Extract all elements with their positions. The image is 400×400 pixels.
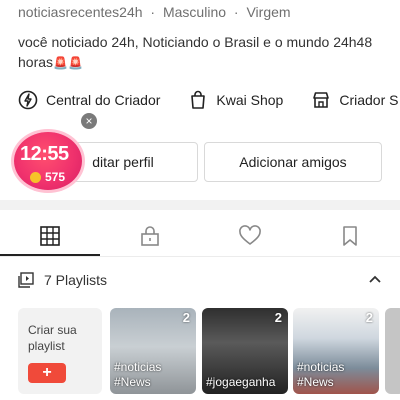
quick-link-label: Criador S <box>339 92 399 108</box>
lock-icon <box>141 226 159 246</box>
quick-link-creator-center[interactable]: Central do Criador <box>18 88 160 112</box>
playlists-title: 7 Playlists <box>44 272 108 288</box>
siren-emoji: 🚨🚨 <box>53 56 83 70</box>
store-icon <box>313 92 330 108</box>
chevron-up-icon[interactable] <box>368 273 382 287</box>
playlist-count: 2 <box>274 310 282 325</box>
playlist-thumbnail[interactable]: 2 #noticias #News <box>293 308 379 394</box>
shopping-bag-icon <box>191 90 206 109</box>
profile-gender: Masculino <box>162 4 227 20</box>
close-icon[interactable]: × <box>81 113 97 129</box>
playlist-count: 2 <box>365 310 373 325</box>
playlists-header[interactable]: 7 Playlists <box>18 272 107 288</box>
quick-links-row: Central do Criador Kwai Shop Criador S <box>18 88 400 112</box>
quick-link-creator-store[interactable]: Criador S <box>311 88 398 112</box>
tab-saved[interactable] <box>300 218 400 254</box>
playlist-tag: #jogaeganha <box>206 375 276 389</box>
playlist-thumbnail[interactable]: 2 #noticias #News <box>110 308 196 394</box>
active-tab-indicator <box>0 254 100 256</box>
playlist-count: 2 <box>182 310 190 325</box>
quick-link-kwai-shop[interactable]: Kwai Shop <box>188 88 283 112</box>
profile-sign: Virgem <box>246 4 291 20</box>
heart-icon <box>239 225 261 245</box>
separator-dot: · <box>233 4 239 20</box>
add-friends-button[interactable]: Adicionar amigos <box>204 142 382 182</box>
tab-grid[interactable] <box>0 218 100 254</box>
playlist-tag: #News <box>297 375 334 389</box>
lightning-circle-icon <box>18 90 38 110</box>
separator-dot: · <box>150 4 156 20</box>
playlist-thumbnail[interactable]: 2 #jogaeganha <box>202 308 288 394</box>
tabs-divider <box>0 256 400 257</box>
playlist-icon <box>18 272 34 288</box>
playlist-tag: #noticias <box>297 360 345 374</box>
grid-icon <box>40 226 60 246</box>
section-divider <box>0 200 400 210</box>
tab-private[interactable] <box>100 218 200 254</box>
reward-timer-time: 12:55 <box>20 143 69 165</box>
create-playlist-label: Criar sua playlist <box>28 323 77 353</box>
quick-link-label: Kwai Shop <box>216 92 284 108</box>
playlist-tag: #noticias <box>114 360 162 374</box>
add-friends-label: Adicionar amigos <box>239 154 347 170</box>
bookmark-icon <box>343 226 357 246</box>
coin-icon <box>30 172 41 183</box>
playlist-tag: #News <box>114 375 151 389</box>
profile-info-line: noticiasrecentes24h · Masculino · Virgem <box>18 4 291 20</box>
profile-handle: noticiasrecentes24h <box>18 4 143 20</box>
create-playlist-button[interactable]: + <box>28 363 66 383</box>
playlist-thumbnail-partial[interactable] <box>385 308 400 394</box>
profile-bio: você noticiado 24h, Noticiando o Brasil … <box>18 32 388 73</box>
reward-coin-count: 575 <box>45 170 66 184</box>
quick-link-label: Central do Criador <box>46 92 161 108</box>
tab-likes[interactable] <box>200 218 300 254</box>
